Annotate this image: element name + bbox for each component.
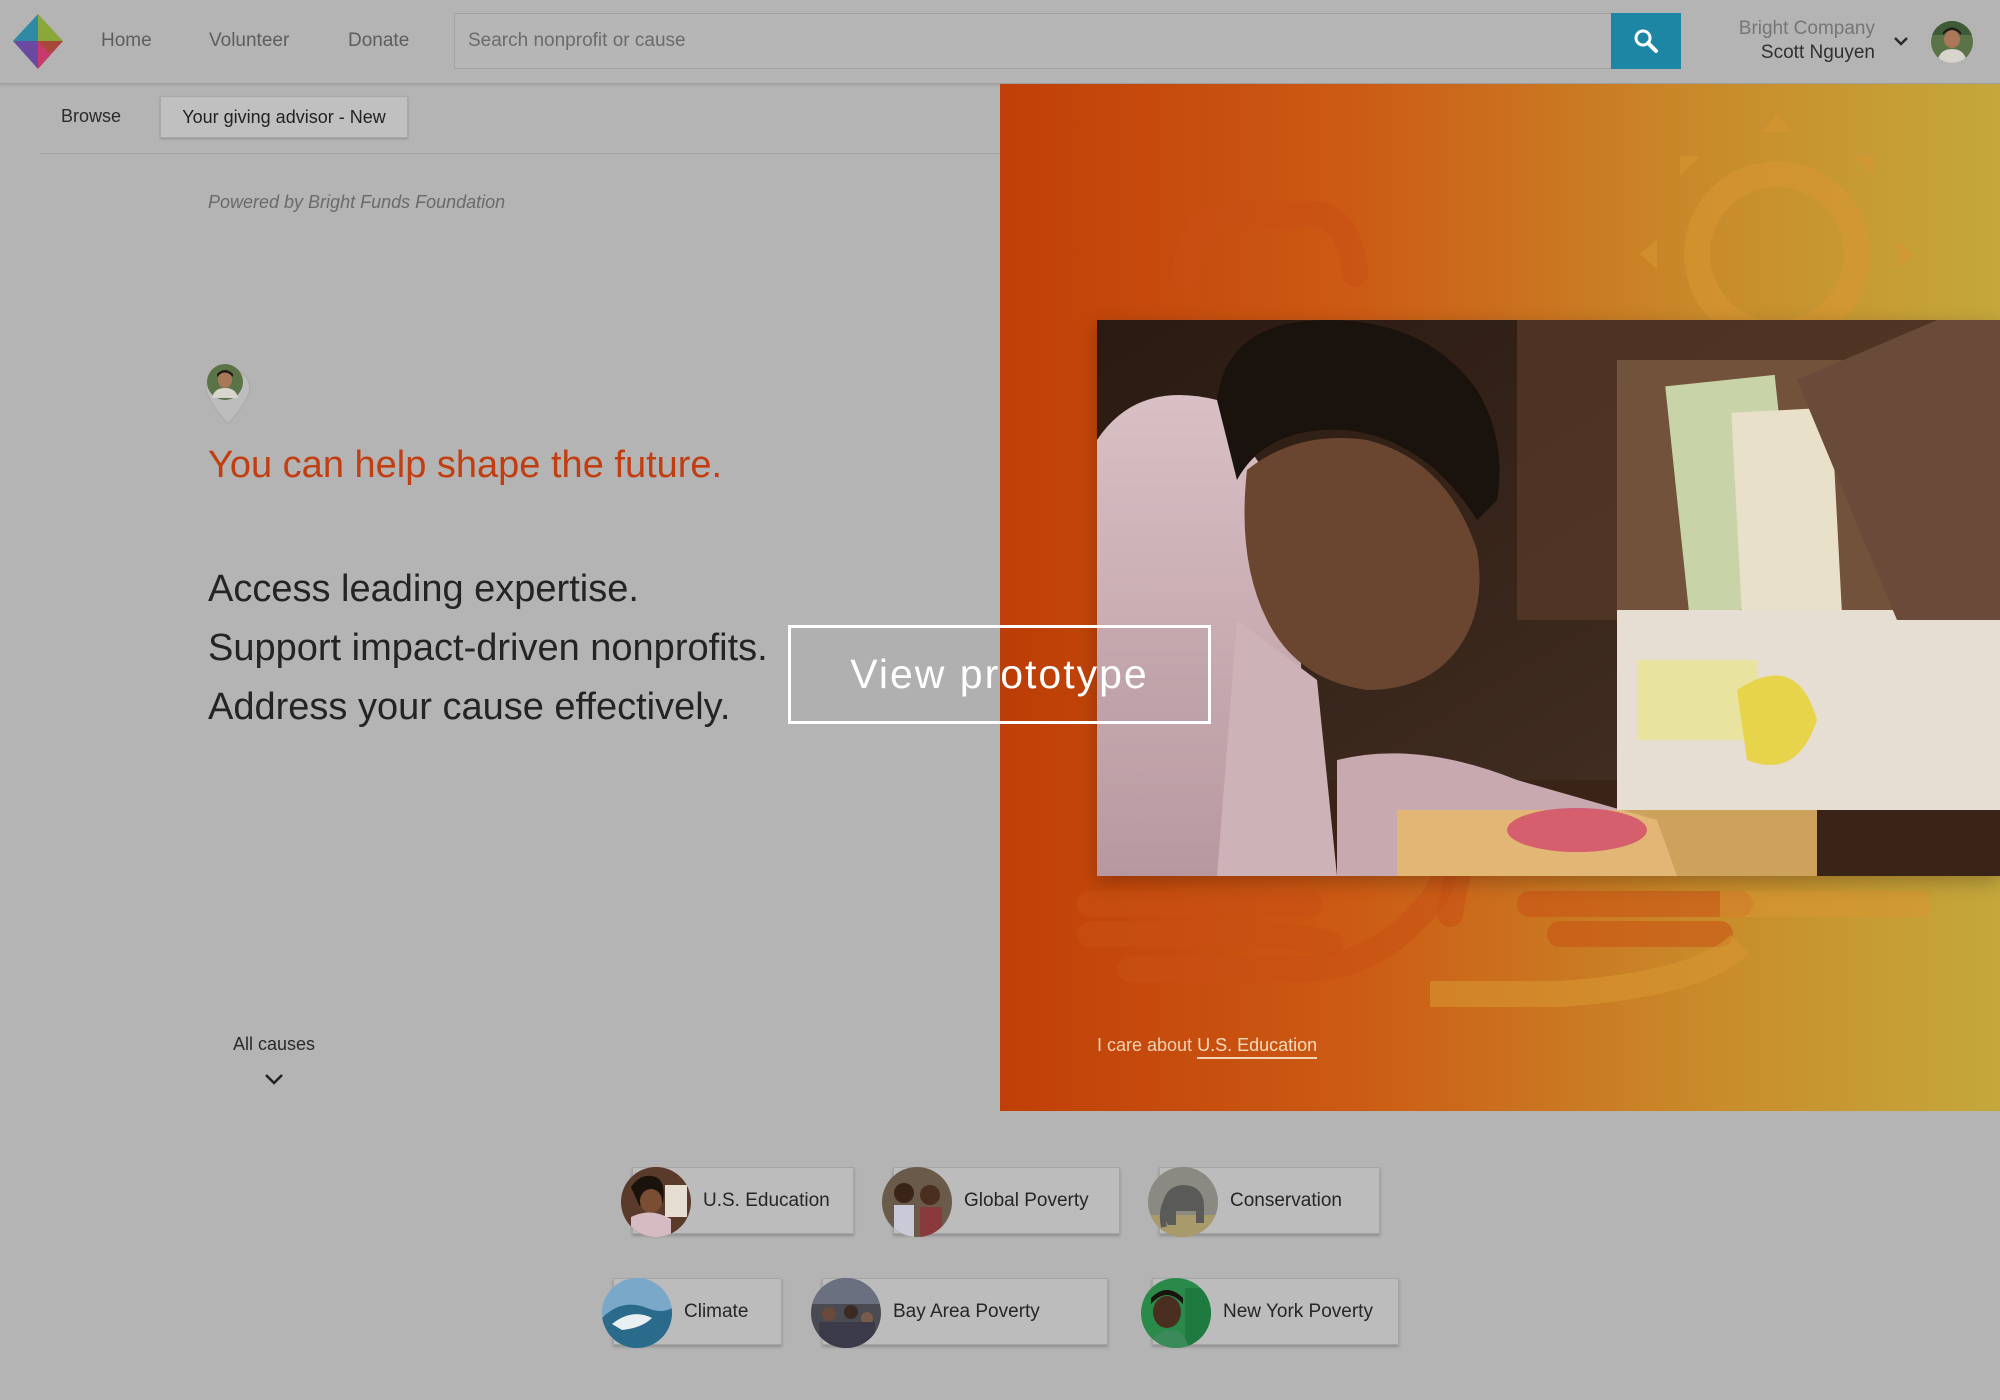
cause-chip-label: U.S. Education (703, 1190, 830, 1211)
cause-thumbnail (882, 1167, 952, 1237)
cause-thumbnail (1141, 1278, 1211, 1348)
cause-selector: U.S. Education Global Poverty Conservati… (0, 1111, 2000, 1400)
search-button[interactable] (1611, 13, 1681, 69)
care-about-text: I care about U.S. Education (1097, 1035, 1318, 1059)
cause-thumbnail (602, 1278, 672, 1348)
cause-chip-label: Global Poverty (964, 1190, 1089, 1211)
cause-thumbnail (811, 1278, 881, 1348)
chevron-down-icon[interactable] (1892, 32, 1910, 50)
search-box (454, 13, 1612, 69)
chevron-down-icon[interactable] (263, 1068, 285, 1090)
cause-chip-label: Climate (684, 1301, 749, 1322)
cause-chip-global-poverty[interactable]: Global Poverty (882, 1167, 1120, 1237)
cause-chip-new-york-poverty[interactable]: New York Poverty (1141, 1278, 1399, 1348)
search-input[interactable] (455, 14, 1612, 68)
value-proposition-lines: Access leading expertise. Support impact… (208, 560, 768, 737)
cause-chip-label: New York Poverty (1223, 1301, 1373, 1322)
cause-thumbnail (1148, 1167, 1218, 1237)
cause-chip-label: Bay Area Poverty (893, 1301, 1040, 1322)
cause-chip-conservation[interactable]: Conservation (1148, 1167, 1380, 1237)
nav-volunteer-link[interactable]: Volunteer (209, 28, 289, 54)
care-about-link[interactable]: U.S. Education (1197, 1035, 1318, 1059)
cause-chip-us-education[interactable]: U.S. Education (621, 1167, 854, 1237)
tab-browse[interactable]: Browse (61, 106, 121, 127)
hero-photo (1097, 320, 2000, 876)
user-name[interactable]: Scott Nguyen (1737, 42, 1875, 64)
headline: You can help shape the future. (208, 444, 723, 486)
location-pin-icon (205, 364, 251, 425)
tab-giving-advisor[interactable]: Your giving advisor - New (160, 96, 408, 138)
care-about-prefix: I care about (1097, 1035, 1193, 1055)
cause-thumbnail (621, 1167, 691, 1237)
value-line: Access leading expertise. (208, 568, 639, 610)
nav-donate-link[interactable]: Donate (348, 28, 409, 54)
top-navigation-bar: Home Volunteer Donate Bright Company Sco… (0, 0, 2000, 84)
value-line: Support impact-driven nonprofits. (208, 627, 768, 669)
cause-chip-bay-area-poverty[interactable]: Bay Area Poverty (811, 1278, 1108, 1348)
all-causes-label[interactable]: All causes (224, 1034, 324, 1055)
search-icon (1634, 29, 1658, 53)
company-name: Bright Company (1738, 18, 1875, 39)
powered-by-text: Powered by Bright Funds Foundation (208, 192, 506, 212)
logo-icon[interactable] (13, 14, 63, 69)
avatar[interactable] (1931, 21, 1973, 63)
hero-panel: I care about U.S. Education (1000, 84, 2000, 1111)
value-line: Address your cause effectively. (208, 686, 731, 728)
view-prototype-button[interactable]: View prototype (788, 625, 1211, 724)
nav-home-link[interactable]: Home (101, 28, 152, 54)
cause-chip-climate[interactable]: Climate (602, 1278, 782, 1348)
cause-chip-label: Conservation (1230, 1190, 1342, 1211)
